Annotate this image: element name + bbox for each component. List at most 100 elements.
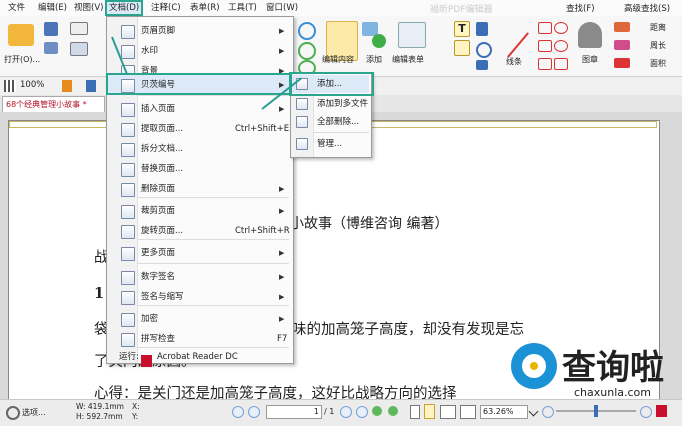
zoom-select[interactable]: 100% — [20, 80, 44, 90]
forward-icon[interactable] — [388, 406, 398, 416]
doc-menu-item-label: 提取页面... — [141, 124, 184, 134]
zoom-icon[interactable] — [298, 22, 316, 40]
color-icon[interactable] — [62, 80, 72, 92]
add-icon[interactable] — [372, 34, 386, 48]
area-icon[interactable] — [614, 58, 630, 68]
prev-page-icon[interactable] — [248, 406, 260, 418]
zoom-mode-icon[interactable] — [4, 80, 16, 92]
facing-icon[interactable] — [440, 405, 456, 419]
bates-menu-item-3[interactable]: 管理... — [291, 135, 369, 153]
distance-icon[interactable] — [614, 22, 630, 32]
doc-menu-item-6[interactable]: 拆分文档... — [107, 139, 291, 159]
rectangle-icon[interactable] — [538, 22, 552, 34]
sound-icon[interactable] — [476, 60, 488, 70]
bates-item-label: 管理... — [317, 139, 343, 149]
distance-label[interactable]: 距离 — [650, 22, 666, 33]
doc-menu-item-8[interactable]: 删除页面 ▶ — [107, 179, 291, 199]
doc-menu-item-11[interactable]: 更多页面 ▶ — [107, 243, 291, 263]
menu-comment[interactable]: 注释(C) — [149, 2, 183, 14]
open-button-label[interactable]: 打开(O)... — [4, 54, 40, 65]
attachment-icon[interactable] — [476, 42, 492, 58]
menu-view[interactable]: 视图(V) — [72, 2, 105, 14]
doc-menu-item-icon — [121, 123, 135, 137]
email-icon[interactable] — [70, 22, 88, 35]
edit-form-label[interactable]: 编辑表单 — [392, 54, 424, 65]
doc-menu-item-shortcut: Ctrl+Shift+R — [235, 226, 290, 236]
polygon-icon[interactable] — [538, 40, 552, 52]
cloud-icon[interactable] — [554, 40, 568, 52]
bates-menu-item-1[interactable]: 添加到多文件 — [291, 95, 369, 113]
line-tool-icon[interactable] — [506, 32, 530, 58]
area-label[interactable]: 面积 — [650, 58, 666, 69]
print-icon[interactable] — [44, 42, 58, 54]
menu-tools[interactable]: 工具(T) — [226, 2, 259, 14]
stamp-label[interactable]: 图章 — [582, 54, 598, 65]
advanced-find-button[interactable]: 高级查找(S) — [624, 2, 670, 14]
page-input[interactable]: 1 — [266, 405, 322, 419]
find-button[interactable]: 查找(F) — [566, 2, 595, 14]
zoom-out-icon[interactable] — [542, 406, 554, 418]
doc-menu-item-12[interactable]: 数字签名 ▶ — [107, 267, 291, 287]
text-tool-icon[interactable]: T — [454, 21, 470, 37]
bates-menu-item-2[interactable]: 全部删除... — [291, 113, 369, 131]
doc-menu-item-label: 签名与缩写 — [141, 292, 184, 302]
scan-icon[interactable] — [70, 42, 88, 56]
oval-icon[interactable] — [554, 22, 568, 34]
zoom-slider-thumb[interactable] — [594, 405, 598, 417]
doc-menu-run-item[interactable]: 运行: Acrobat Reader DC — [107, 351, 291, 367]
first-page-icon[interactable] — [232, 406, 244, 418]
document-tab[interactable]: 68个经典管理小故事 * — [2, 96, 105, 112]
doc-menu-item-14[interactable]: 加密 ▶ — [107, 309, 291, 329]
open-folder-icon[interactable] — [8, 24, 34, 46]
zoom-field[interactable]: 63.26% — [480, 405, 528, 419]
doc-menu-item-7[interactable]: 替换页面... — [107, 159, 291, 179]
pin-icon[interactable] — [476, 22, 488, 36]
square-icon[interactable] — [538, 58, 552, 70]
doc-menu-item-icon — [121, 79, 135, 93]
options-gear-icon[interactable] — [6, 406, 20, 420]
doc-menu-item-10[interactable]: 旋转页面... Ctrl+Shift+R — [107, 221, 291, 241]
window-title: 福昕PDF编辑器 — [430, 5, 493, 15]
menu-document[interactable]: 文档(D) — [104, 0, 144, 16]
line-label[interactable]: 线条 — [506, 56, 522, 67]
pdf-icon[interactable] — [656, 405, 667, 417]
options-button[interactable]: 选项... — [22, 407, 46, 418]
continuous-icon[interactable] — [424, 404, 435, 419]
last-page-icon[interactable] — [356, 406, 368, 418]
single-page-icon[interactable] — [410, 405, 420, 419]
pentagon-icon[interactable] — [554, 58, 568, 70]
next-page-icon[interactable] — [340, 406, 352, 418]
doc-menu-item-3[interactable]: 贝茨编号 ▶ — [107, 75, 291, 95]
doc-menu-item-5[interactable]: 提取页面... Ctrl+Shift+E — [107, 119, 291, 139]
add-label[interactable]: 添加 — [366, 54, 382, 65]
submenu-arrow-icon: ▶ — [279, 315, 285, 323]
doc-menu-item-15[interactable]: 拼写检查 F7 — [107, 329, 291, 349]
menu-file[interactable]: 文件 — [6, 2, 27, 14]
doc-menu-item-9[interactable]: 裁剪页面 ▶ — [107, 201, 291, 221]
perimeter-label[interactable]: 周长 — [650, 40, 666, 51]
view-toolbar: 100% — [0, 77, 100, 95]
textbox-icon[interactable] — [454, 40, 470, 56]
doc-menu-item-13[interactable]: 签名与缩写 ▶ — [107, 287, 291, 307]
bates-submenu: 添加... 添加到多文件 全部删除... 管理... — [290, 72, 372, 158]
doc-menu-item-label: 删除页面 — [141, 184, 176, 194]
zoom-in-icon[interactable] — [640, 406, 652, 418]
back-icon[interactable] — [372, 406, 382, 416]
edit-content-label[interactable]: 编辑内容 — [322, 54, 354, 65]
perimeter-icon[interactable] — [614, 40, 630, 50]
doc-menu-item-0[interactable]: 页眉页脚 ▶ — [107, 21, 291, 41]
doc-menu-item-1[interactable]: 水印 ▶ — [107, 41, 291, 61]
continuous-facing-icon[interactable] — [460, 405, 476, 419]
doc-menu-item-label: 页眉页脚 — [141, 26, 176, 36]
zoom-dropdown-icon[interactable] — [528, 406, 539, 417]
stamp-icon[interactable] — [578, 22, 602, 48]
menu-window[interactable]: 窗口(W) — [264, 2, 300, 14]
rotate-icon[interactable] — [298, 42, 316, 60]
save-icon[interactable] — [44, 22, 58, 36]
bates-item-icon — [296, 138, 308, 150]
bates-menu-item-0[interactable]: 添加... — [291, 75, 369, 93]
menu-edit[interactable]: 编辑(E) — [36, 2, 69, 14]
edit-form-icon[interactable] — [398, 22, 426, 48]
menu-form[interactable]: 表单(R) — [188, 2, 222, 14]
hand-icon[interactable] — [86, 80, 96, 92]
